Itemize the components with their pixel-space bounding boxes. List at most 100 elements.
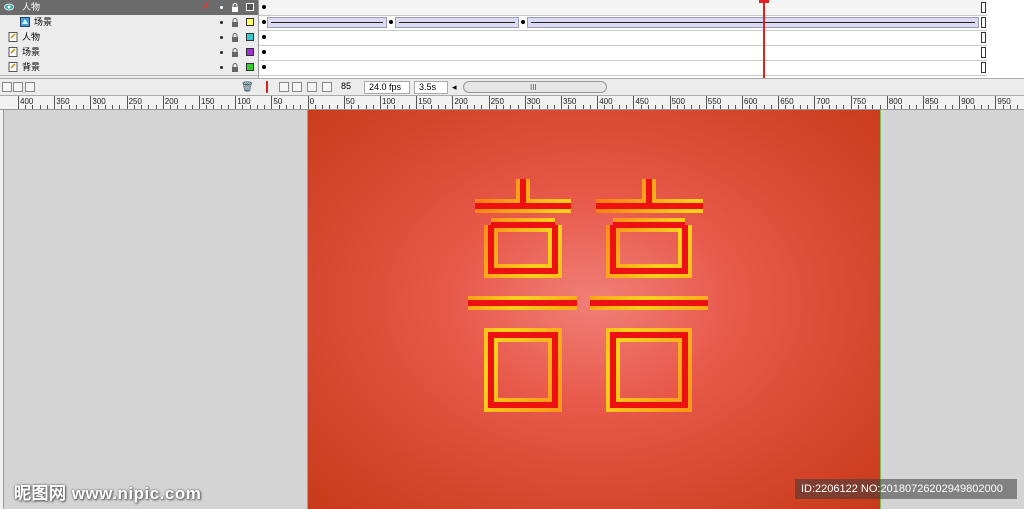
motion-tween[interactable] (527, 17, 979, 28)
ruler-tick (235, 96, 237, 109)
ruler-label: 300 (526, 97, 541, 106)
layer-row-2[interactable]: 人物 (0, 30, 258, 46)
timeline-scrollbar[interactable]: III (463, 81, 607, 93)
ruler-minor-tick (227, 105, 229, 109)
lock-icon[interactable] (231, 48, 239, 57)
ruler-label: 100 (382, 97, 396, 106)
lock-icon[interactable] (231, 33, 239, 42)
layer-row-1[interactable]: 场景 (0, 15, 258, 31)
ruler-minor-tick (713, 105, 715, 109)
playhead-handle[interactable] (759, 0, 769, 3)
visibility-dot[interactable] (220, 21, 223, 24)
ruler-minor-tick (575, 105, 577, 109)
ruler-tick (850, 96, 852, 109)
ruler-minor-tick (894, 105, 896, 109)
frame-end[interactable] (981, 62, 986, 73)
ruler-label: 500 (671, 97, 685, 106)
keyframe[interactable] (262, 20, 266, 24)
ruler-minor-tick (807, 105, 809, 109)
motion-tween[interactable] (267, 17, 387, 28)
layer-color-swatch[interactable] (246, 3, 254, 11)
onion-skin-icon[interactable] (279, 82, 289, 92)
motion-tween[interactable] (395, 17, 519, 28)
ruler-minor-tick (604, 105, 606, 109)
ruler-minor-tick (539, 105, 541, 109)
lock-icon[interactable] (231, 63, 239, 72)
ruler-minor-tick (148, 105, 150, 109)
layer-color-swatch[interactable] (246, 63, 254, 71)
add-layer-icon[interactable] (2, 82, 12, 92)
ruler-minor-tick (459, 105, 461, 109)
ruler-minor-tick (589, 105, 591, 109)
frame-end[interactable] (981, 47, 986, 58)
ruler-minor-tick (408, 105, 410, 109)
add-guide-layer-icon[interactable] (13, 82, 23, 92)
layer-panel: 人物 ✗ 场景 人物 场景 背景 (0, 0, 258, 78)
visibility-dot[interactable] (220, 66, 223, 69)
scroll-left-icon[interactable]: ◂ (452, 82, 457, 93)
ruler-minor-tick (865, 105, 867, 109)
ruler-tick (995, 96, 997, 109)
lock-icon[interactable] (231, 18, 239, 27)
double-happiness-glyph[interactable] (463, 173, 713, 423)
visibility-dot[interactable] (220, 36, 223, 39)
ruler-minor-tick (1017, 105, 1019, 109)
ruler-minor-tick (112, 105, 114, 109)
layer-color-swatch[interactable] (246, 33, 254, 41)
ruler-minor-tick (322, 105, 324, 109)
playhead[interactable] (763, 0, 765, 80)
layer-row-4[interactable]: 背景 (0, 60, 258, 76)
eye-icon[interactable] (4, 2, 14, 12)
ruler-minor-tick (799, 105, 801, 109)
ruler-tick (162, 96, 164, 109)
ruler-tick (742, 96, 743, 109)
ruler-minor-tick (387, 105, 389, 109)
ruler-tick (416, 96, 418, 109)
ruler-minor-tick (546, 105, 548, 109)
keyframe[interactable] (262, 5, 266, 9)
ruler-label: 850 (925, 97, 939, 106)
scroll-grip: III (530, 83, 537, 92)
ruler-minor-tick (821, 105, 823, 109)
modify-markers-icon[interactable] (322, 82, 332, 92)
layer-color-swatch[interactable] (246, 48, 254, 56)
onion-outline-icon[interactable] (292, 82, 302, 92)
stage-canvas[interactable] (307, 110, 881, 509)
visibility-dot[interactable] (220, 51, 223, 54)
ruler-minor-tick (46, 105, 48, 109)
frame-row[interactable] (259, 30, 987, 46)
frame-row[interactable] (259, 45, 987, 61)
ruler-minor-tick (647, 105, 649, 109)
ruler-tick (959, 96, 961, 109)
layer-row-0[interactable]: 人物 ✗ (0, 0, 258, 16)
keyframe[interactable] (262, 50, 266, 54)
ruler-tick (633, 96, 635, 109)
keyframe[interactable] (262, 35, 266, 39)
layer-row-3[interactable]: 场景 (0, 45, 258, 61)
frame-end[interactable] (981, 32, 986, 43)
ruler-minor-tick (676, 105, 678, 109)
ruler-minor-tick (684, 105, 686, 109)
lock-icon[interactable] (231, 3, 239, 12)
frame-row[interactable] (259, 0, 987, 16)
frame-row[interactable] (259, 15, 987, 31)
keyframe[interactable] (389, 20, 393, 24)
layer-color-swatch[interactable] (246, 18, 254, 26)
visibility-dot[interactable] (220, 6, 223, 9)
frame-end[interactable] (981, 17, 986, 28)
ruler-minor-tick (973, 105, 975, 109)
keyframe[interactable] (262, 65, 266, 69)
keyframe[interactable] (521, 20, 525, 24)
frame-row[interactable] (259, 60, 987, 76)
edit-multiple-frames-icon[interactable] (307, 82, 317, 92)
frame-end[interactable] (981, 2, 986, 13)
ruler-tick (488, 96, 490, 109)
trash-icon[interactable]: 🗑 (241, 82, 254, 93)
ruler-tick (814, 96, 816, 109)
ruler-minor-tick (474, 105, 476, 109)
ruler-minor-tick (611, 105, 613, 109)
add-folder-icon[interactable] (25, 82, 35, 92)
ruler-minor-tick (423, 105, 425, 109)
center-frame-icon[interactable] (266, 81, 268, 93)
timeline-frames[interactable] (258, 0, 1024, 78)
